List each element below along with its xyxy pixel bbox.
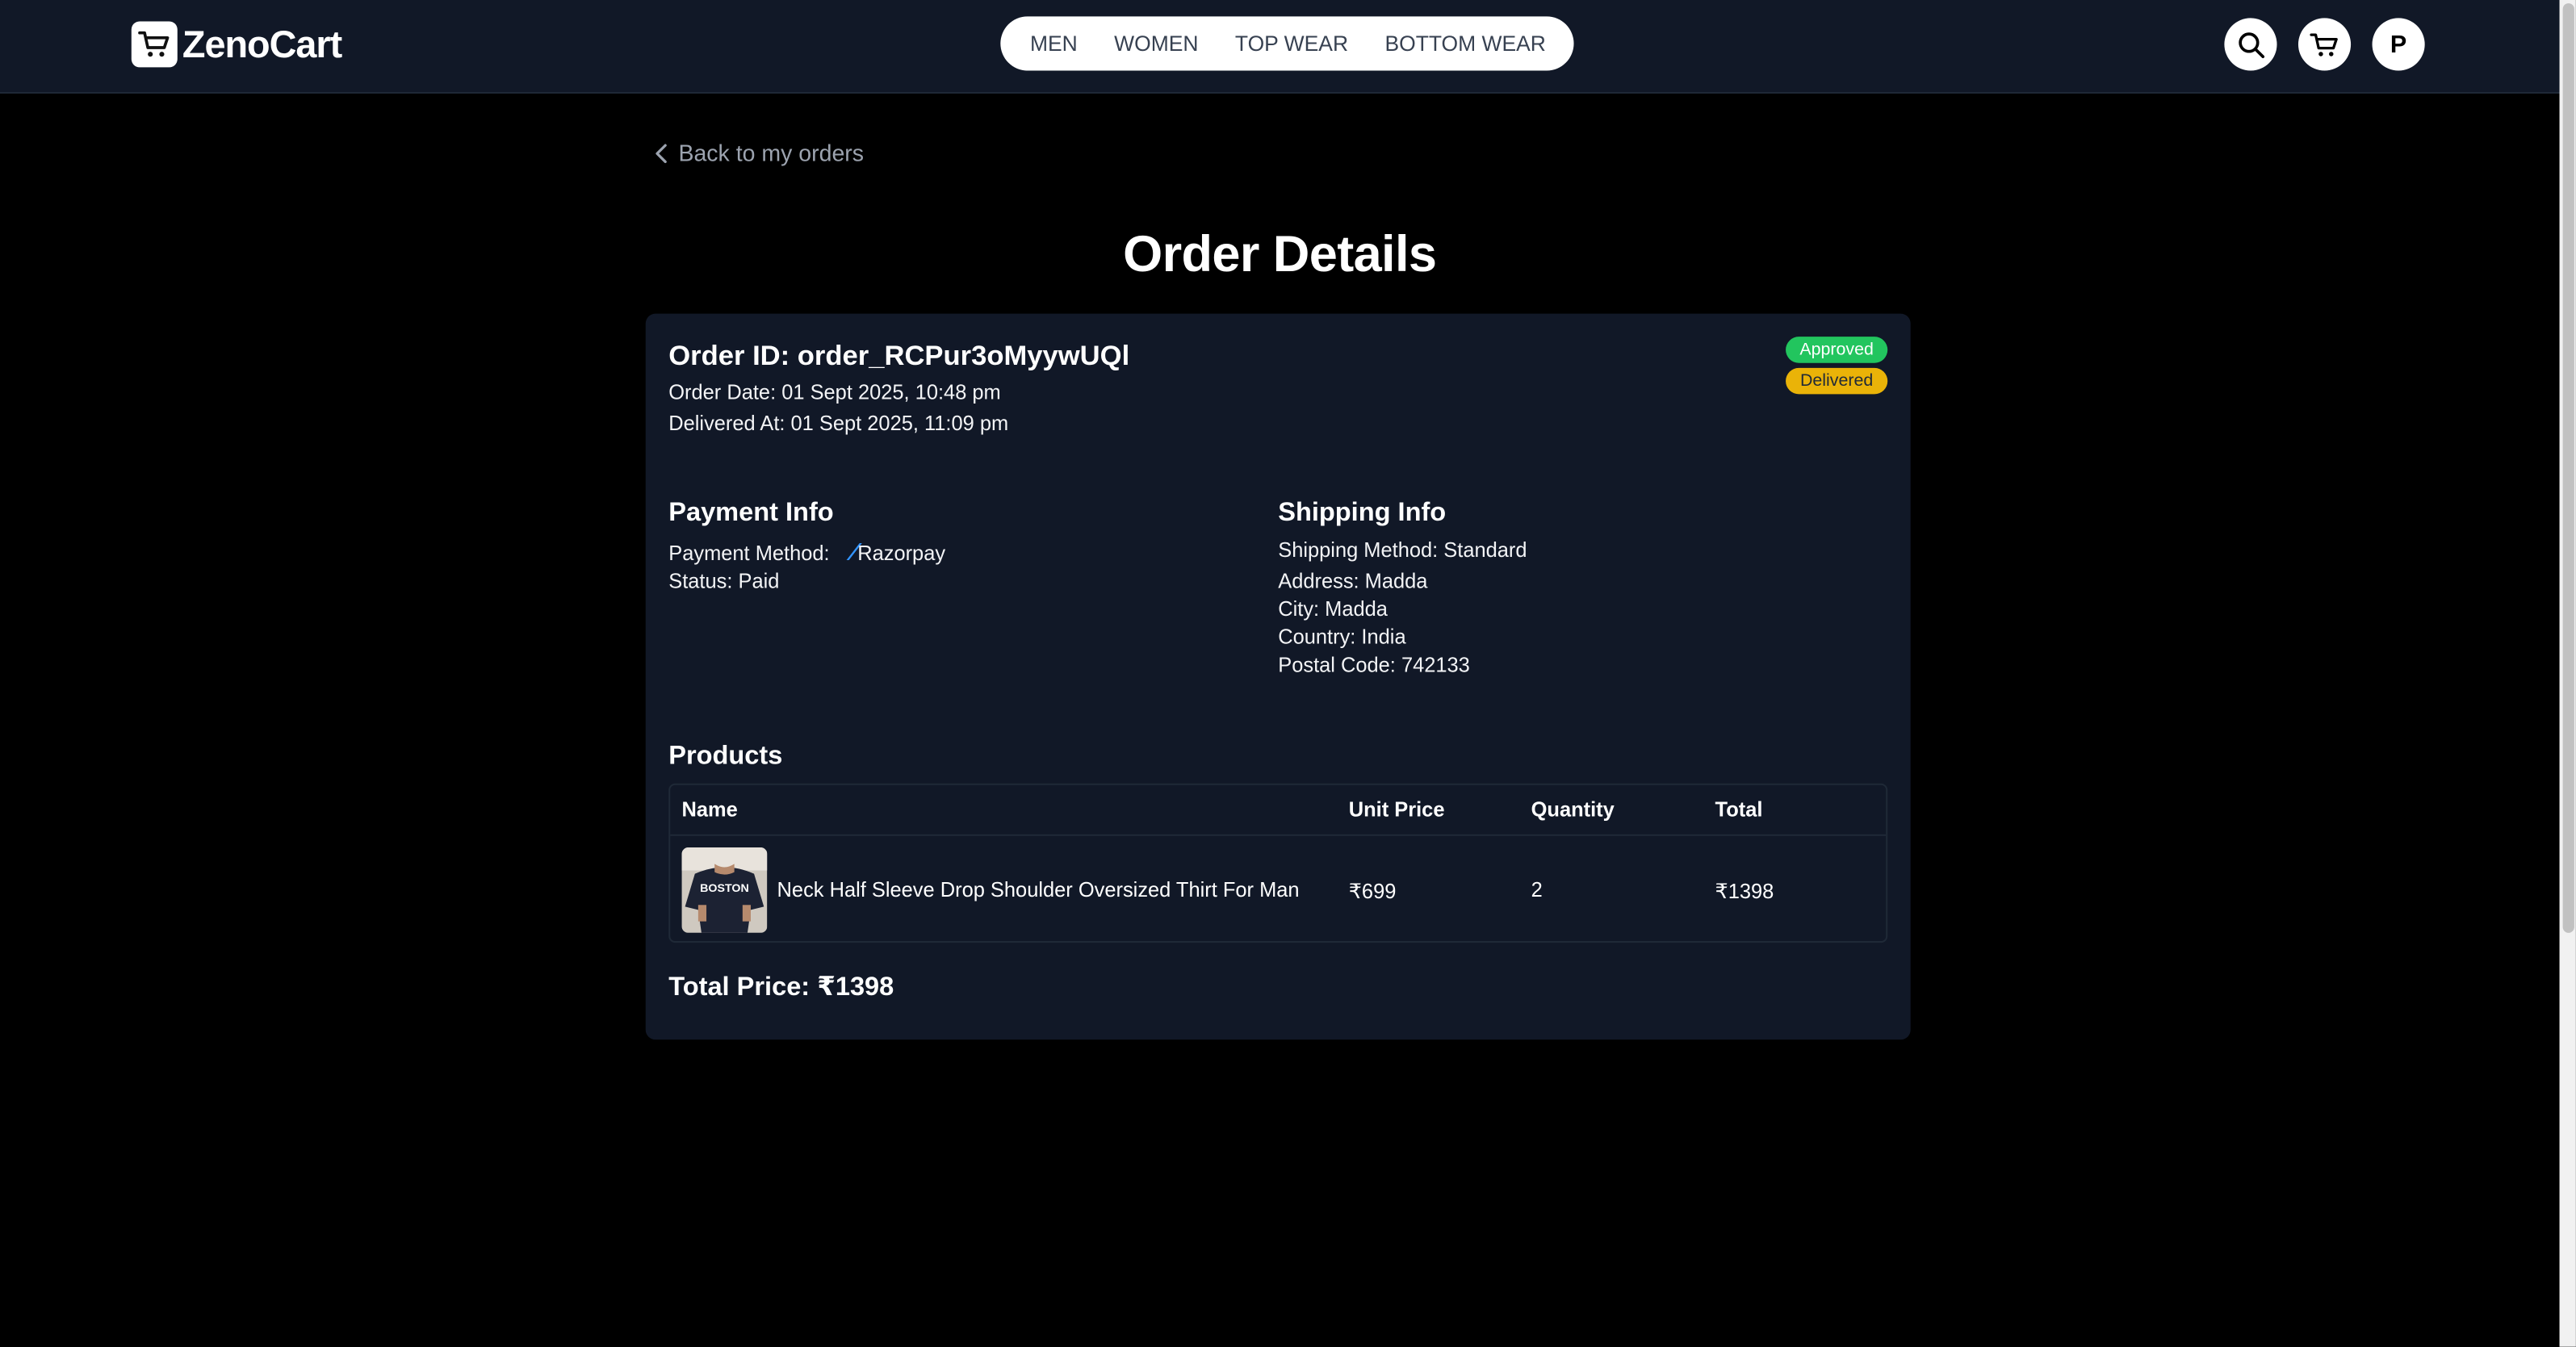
delivered-status-badge: Delivered [1786, 367, 1888, 395]
product-quantity: 2 [1531, 878, 1543, 902]
nav-link-women[interactable]: WOMEN [1114, 31, 1198, 56]
order-id: Order ID: order_RCPur3oMyywUQl [668, 340, 1130, 371]
products-table: Name Unit Price Quantity Total BOSTON Ne… [668, 783, 1888, 943]
top-navbar: ZenoCart MEN WOMEN TOP WEAR BOTTOM WEAR … [0, 0, 2560, 94]
cart-logo-icon [131, 21, 178, 68]
shipping-postal-code: Postal Code: 742133 [1278, 653, 1470, 677]
payment-method: Payment Method: ⁄ Razorpay [668, 538, 945, 567]
order-details-card: Order ID: order_RCPur3oMyywUQl Order Dat… [645, 313, 1911, 1040]
payment-info-title: Payment Info [668, 499, 834, 528]
app-root: ZenoCart MEN WOMEN TOP WEAR BOTTOM WEAR … [0, 0, 2576, 1347]
search-icon [2238, 31, 2264, 58]
page-scrollbar[interactable] [2559, 0, 2576, 1347]
chevron-left-icon [656, 143, 667, 163]
back-to-orders-link[interactable]: Back to my orders [654, 140, 864, 166]
brand-name: ZenoCart [182, 22, 342, 65]
payment-status: Status: Paid [668, 570, 780, 593]
column-header-total: Total [1715, 798, 1763, 822]
profile-initial: P [2390, 30, 2407, 59]
shipping-method: Shipping Method: Standard [1278, 538, 1527, 562]
product-unit-price: ₹699 [1348, 880, 1397, 904]
shipping-city: City: Madda [1278, 597, 1388, 621]
category-nav: MEN WOMEN TOP WEAR BOTTOM WEAR [1000, 16, 1574, 71]
column-header-unit-price: Unit Price [1348, 798, 1445, 822]
table-divider [670, 834, 1887, 836]
cart-button[interactable] [2297, 18, 2352, 71]
shipping-info-title: Shipping Info [1278, 499, 1447, 528]
column-header-quantity: Quantity [1531, 798, 1615, 822]
scrollbar-thumb[interactable] [2562, 3, 2574, 933]
column-header-name: Name [681, 798, 738, 822]
product-total: ₹1398 [1715, 880, 1774, 904]
shipping-address: Address: Madda [1278, 570, 1428, 593]
product-name[interactable]: Neck Half Sleeve Drop Shoulder Oversized… [777, 879, 1300, 901]
search-button[interactable] [2224, 18, 2277, 71]
cart-icon [2310, 32, 2338, 56]
payment-method-label: Payment Method: [668, 542, 830, 566]
nav-link-men[interactable]: MEN [1030, 31, 1078, 56]
nav-link-top-wear[interactable]: TOP WEAR [1235, 31, 1348, 56]
page-title: Order Details [1123, 224, 1437, 283]
approved-status-badge: Approved [1786, 337, 1888, 363]
brand-logo[interactable]: ZenoCart [131, 21, 342, 68]
delivered-at: Delivered At: 01 Sept 2025, 11:09 pm [668, 412, 1009, 436]
razorpay-icon: ⁄ [852, 538, 857, 567]
back-link-label: Back to my orders [678, 139, 865, 166]
payment-method-value: Razorpay [857, 541, 946, 565]
razorpay-logo: ⁄ Razorpay [852, 538, 945, 567]
shipping-country: Country: India [1278, 625, 1406, 649]
product-thumbnail-print: BOSTON [700, 882, 749, 895]
order-date: Order Date: 01 Sept 2025, 10:48 pm [668, 381, 1001, 404]
product-thumbnail[interactable]: BOSTON [681, 847, 768, 933]
profile-avatar-button[interactable]: P [2372, 18, 2425, 71]
nav-link-bottom-wear[interactable]: BOTTOM WEAR [1384, 31, 1545, 56]
products-title: Products [668, 742, 783, 771]
order-total-price: Total Price: ₹1398 [668, 973, 894, 1002]
